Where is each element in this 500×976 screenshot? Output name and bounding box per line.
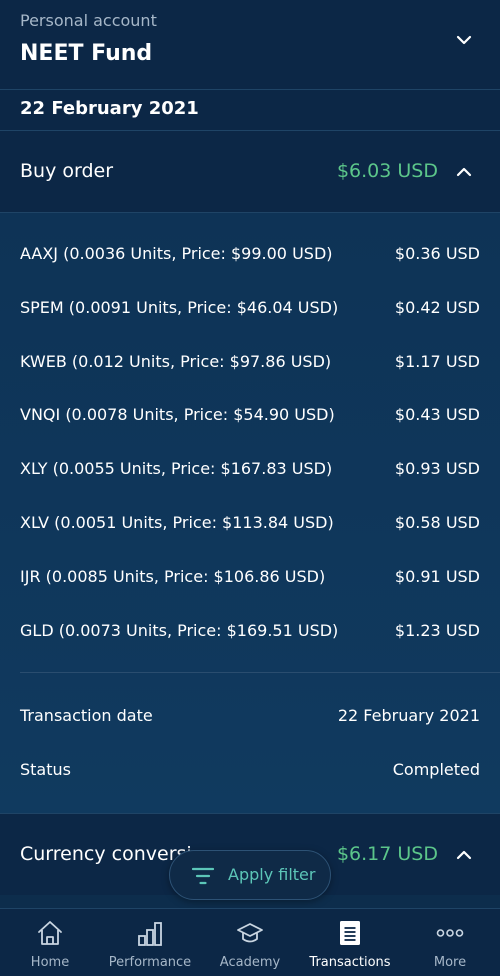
holding-description: XLY (0.0055 Units, Price: $167.83 USD) — [20, 459, 333, 478]
tab-performance[interactable]: Performance — [100, 909, 200, 976]
section-divider — [20, 672, 500, 673]
date-heading: 22 February 2021 — [20, 98, 199, 119]
holding-description: SPEM (0.0091 Units, Price: $46.04 USD) — [20, 298, 339, 317]
account-name: NEET Fund — [20, 41, 153, 66]
chevron-down-icon[interactable] — [452, 28, 476, 52]
holding-row: VNQI (0.0078 Units, Price: $54.90 USD) $… — [0, 401, 500, 431]
transaction-date-value: 22 February 2021 — [337, 706, 480, 725]
currency-conversion-amount: $6.17 USD — [336, 843, 438, 865]
holding-description: GLD (0.0073 Units, Price: $169.51 USD) — [20, 621, 339, 640]
holding-description: KWEB (0.012 Units, Price: $97.86 USD) — [20, 352, 332, 371]
status-row: Status Completed — [0, 756, 500, 786]
bar-chart-icon — [138, 922, 162, 946]
tab-transactions[interactable]: Transactions — [300, 909, 400, 976]
transaction-date-row: Transaction date 22 February 2021 — [0, 702, 500, 732]
document-icon — [340, 921, 360, 945]
apply-filter-button[interactable]: Apply filter — [169, 850, 331, 900]
tab-home[interactable]: Home — [0, 909, 100, 976]
holding-value: $0.42 USD — [394, 298, 480, 317]
account-type-label: Personal account — [20, 11, 157, 30]
holding-description: IJR (0.0085 Units, Price: $106.86 USD) — [20, 567, 326, 586]
date-heading-bar: 22 February 2021 — [0, 90, 500, 131]
apply-filter-label: Apply filter — [228, 865, 316, 884]
chevron-up-icon[interactable] — [452, 160, 476, 184]
home-icon — [38, 921, 62, 945]
holding-row: XLY (0.0055 Units, Price: $167.83 USD) $… — [0, 455, 500, 485]
graduation-cap-icon — [237, 923, 263, 943]
holding-row: XLV (0.0051 Units, Price: $113.84 USD) $… — [0, 509, 500, 539]
holding-value: $0.91 USD — [394, 567, 480, 586]
buy-order-details: AAXJ (0.0036 Units, Price: $99.00 USD) $… — [0, 213, 500, 813]
filter-icon — [192, 867, 214, 885]
tab-label: Transactions — [309, 955, 391, 970]
holding-row: AAXJ (0.0036 Units, Price: $99.00 USD) $… — [0, 240, 500, 270]
holding-description: XLV (0.0051 Units, Price: $113.84 USD) — [20, 513, 334, 532]
holding-description: VNQI (0.0078 Units, Price: $54.90 USD) — [20, 405, 335, 424]
buy-order-label: Buy order — [20, 160, 114, 182]
holding-value: $0.36 USD — [394, 244, 480, 263]
holding-row: KWEB (0.012 Units, Price: $97.86 USD) $1… — [0, 348, 500, 378]
holding-value: $1.23 USD — [394, 621, 480, 640]
holding-value: $0.93 USD — [394, 459, 480, 478]
holding-row: GLD (0.0073 Units, Price: $169.51 USD) $… — [0, 617, 500, 647]
chevron-up-icon[interactable] — [452, 843, 476, 867]
holding-value: $1.17 USD — [394, 352, 480, 371]
status-label: Status — [20, 760, 71, 779]
holding-row: SPEM (0.0091 Units, Price: $46.04 USD) $… — [0, 294, 500, 324]
tab-more[interactable]: More — [400, 909, 500, 976]
holding-row: IJR (0.0085 Units, Price: $106.86 USD) $… — [0, 563, 500, 593]
bottom-tab-bar: Home Performance Academy Transactions Mo… — [0, 908, 500, 976]
holding-value: $0.43 USD — [394, 405, 480, 424]
tab-label: Home — [30, 955, 70, 970]
tab-label: More — [433, 955, 467, 970]
currency-conversion-label: Currency conversi — [20, 843, 192, 865]
more-icon — [436, 929, 464, 937]
holding-value: $0.58 USD — [394, 513, 480, 532]
buy-order-header[interactable]: Buy order $6.03 USD — [0, 131, 500, 213]
holding-description: AAXJ (0.0036 Units, Price: $99.00 USD) — [20, 244, 333, 263]
buy-order-amount: $6.03 USD — [336, 160, 438, 182]
account-header[interactable]: Personal account NEET Fund — [0, 0, 500, 90]
status-value: Completed — [392, 760, 480, 779]
tab-label: Academy — [219, 955, 281, 970]
tab-label: Performance — [108, 955, 192, 970]
tab-academy[interactable]: Academy — [200, 909, 300, 976]
transaction-date-label: Transaction date — [20, 706, 153, 725]
